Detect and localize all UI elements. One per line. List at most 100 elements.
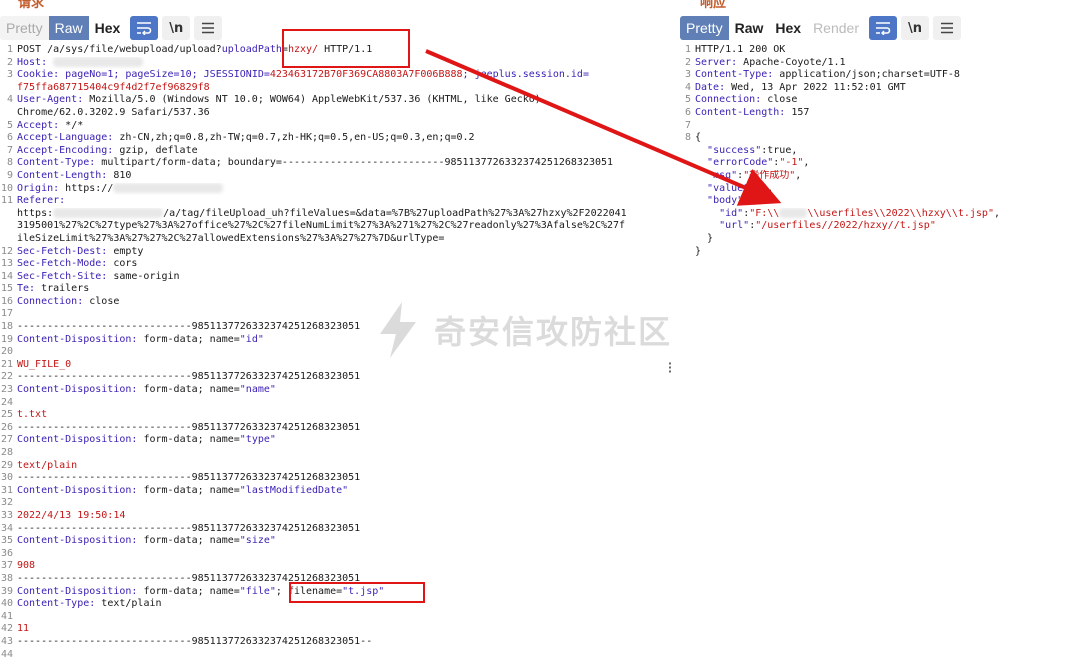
- menu-icon[interactable]: [932, 16, 961, 40]
- code-line: 21 WU_FILE_0: [0, 359, 688, 372]
- code-text: Connection: close: [695, 94, 1080, 107]
- code-line: Chrome/62.0.3202.9 Safari/537.36: [0, 107, 688, 120]
- line-number: 42: [0, 623, 13, 635]
- code-token: "msg": [707, 169, 738, 181]
- code-token: Content-Type:: [17, 157, 96, 169]
- line-number: 25: [0, 409, 13, 421]
- code-text: Content-Disposition: form-data; name="na…: [17, 384, 688, 397]
- response-view-mode-group: Pretty Raw Hex Render: [680, 16, 865, 40]
- code-token: 157: [785, 106, 810, 118]
- code-text: Content-Length: 810: [17, 170, 688, 183]
- request-tab-hex[interactable]: Hex: [88, 16, 127, 40]
- code-text: -----------------------------98511377263…: [17, 422, 688, 435]
- code-token: Content-Length:: [695, 106, 786, 118]
- code-token: "url": [719, 220, 750, 232]
- line-number: 21: [0, 358, 13, 370]
- line-number: 1: [684, 44, 691, 55]
- code-line: 9 Content-Length: 810: [0, 170, 688, 183]
- code-text: Accept-Language: zh-CN,zh;q=0.8,zh-TW;q=…: [17, 132, 688, 145]
- line-number: 36: [0, 547, 13, 559]
- code-line: 27 Content-Disposition: form-data; name="…: [0, 434, 688, 447]
- code-text: Sec-Fetch-Dest: empty: [17, 246, 688, 259]
- code-token: text/plain: [95, 598, 162, 610]
- line-number: 2: [684, 56, 691, 68]
- code-token: "errorCode": [707, 157, 774, 169]
- line-number: [0, 208, 17, 221]
- wrap-lines-icon[interactable]: [130, 16, 159, 40]
- code-line: 4 Date: Wed, 13 Apr 2022 11:52:01 GMT: [678, 82, 1080, 95]
- code-line: 33 2022/4/13 19:50:14: [0, 510, 688, 523]
- line-number: 35: [0, 535, 13, 547]
- line-number: 44: [0, 648, 13, 660]
- code-line: ileSizeLimit%27%3A%27%27%2C%27allowedExt…: [0, 233, 688, 246]
- response-tab-raw[interactable]: Raw: [728, 16, 770, 40]
- line-number: [678, 233, 695, 246]
- code-token: uploadPath: [221, 44, 282, 55]
- code-token: https:: [17, 207, 54, 219]
- response-tab-hex[interactable]: Hex: [769, 16, 808, 40]
- code-token: Cookie:: [17, 69, 60, 81]
- line-number: [678, 157, 695, 170]
- menu-icon[interactable]: [194, 16, 223, 40]
- line-number: 20: [0, 346, 13, 358]
- code-token: cors: [107, 258, 138, 270]
- code-token: Content-Disposition:: [17, 585, 138, 597]
- response-tab-render[interactable]: Render: [807, 16, 865, 40]
- code-token: Connection:: [695, 94, 762, 106]
- code-token: {: [695, 132, 702, 144]
- request-tab-raw[interactable]: Raw: [48, 16, 89, 40]
- show-newlines-icon[interactable]: \n: [162, 16, 191, 40]
- code-line: 8 Content-Type: multipart/form-data; boun…: [0, 157, 688, 170]
- code-token: empty: [107, 245, 144, 257]
- code-token: -----------------------------98511377263…: [17, 321, 361, 333]
- code-token: pageNo=1; pageSize=10; JSESSIONID=: [59, 69, 270, 81]
- line-number: 18: [0, 321, 13, 333]
- code-text: "value":"",: [695, 183, 1080, 196]
- code-text: "id":"F:\\ \\userfiles\\2022\\hzxy\\t.jsp…: [695, 207, 1080, 221]
- line-number: 6: [6, 132, 13, 144]
- code-text: HTTP/1.1 200 OK: [695, 44, 1080, 57]
- code-token: ,: [767, 182, 774, 194]
- request-tab-pretty[interactable]: Pretty: [0, 16, 49, 40]
- code-token: -----------------------------98511377263…: [17, 522, 361, 534]
- line-number: [678, 220, 695, 233]
- code-token: Sec-Fetch-Dest:: [17, 245, 108, 257]
- code-token: form-data; name=: [137, 333, 240, 345]
- code-text: Te: trailers: [17, 283, 688, 296]
- response-pane: 响应 Pretty Raw Hex Render \n 1 HTTP/1.1 20…: [678, 0, 1080, 670]
- line-number: [0, 220, 17, 233]
- wrap-lines-icon[interactable]: [868, 16, 897, 40]
- resize-handle-icon[interactable]: · · ·: [667, 358, 673, 377]
- code-line: f75ffa687715404c9f4d2f7ef96829f8: [0, 82, 688, 95]
- code-line: 3195001%27%2C%27type%27%3A%27office%27%2…: [0, 220, 688, 233]
- code-text: Content-Length: 157: [695, 107, 1080, 120]
- line-number: 29: [0, 459, 13, 471]
- code-token: f75ffa687715404c9f4d2f7ef96829f8: [17, 81, 210, 93]
- code-token: \\userfiles\\2022\\hzxy\\t.jsp": [807, 207, 994, 219]
- code-text: 11: [17, 623, 688, 636]
- code-token: close: [83, 295, 120, 307]
- response-tab-pretty[interactable]: Pretty: [680, 16, 729, 40]
- line-number: 32: [0, 497, 13, 509]
- code-text: User-Agent: Mozilla/5.0 (Windows NT 10.0…: [17, 94, 688, 107]
- line-number: 38: [0, 572, 13, 584]
- code-token: zh-CN,zh;q=0.8,zh-TW;q=0.7,zh-HK;q=0.5,e…: [113, 132, 475, 144]
- line-number: 43: [0, 635, 13, 647]
- code-token: t.txt: [17, 409, 48, 421]
- code-token: :{: [743, 195, 756, 207]
- code-token: form-data; name=: [137, 585, 240, 597]
- code-text: f75ffa687715404c9f4d2f7ef96829f8: [17, 82, 688, 95]
- code-text: -----------------------------98511377263…: [17, 636, 688, 649]
- line-number: 26: [0, 421, 13, 433]
- code-token: Content-Type:: [17, 598, 96, 610]
- show-newlines-icon[interactable]: \n: [900, 16, 929, 40]
- code-line: "id":"F:\\ \\userfiles\\2022\\hzxy\\t.jsp…: [678, 207, 1080, 221]
- code-token: text/plain: [17, 459, 78, 471]
- response-editor[interactable]: 1 HTTP/1.1 200 OK 2 Server: Apache-Coyote/1…: [678, 44, 1080, 258]
- request-heading: 请求: [18, 0, 45, 11]
